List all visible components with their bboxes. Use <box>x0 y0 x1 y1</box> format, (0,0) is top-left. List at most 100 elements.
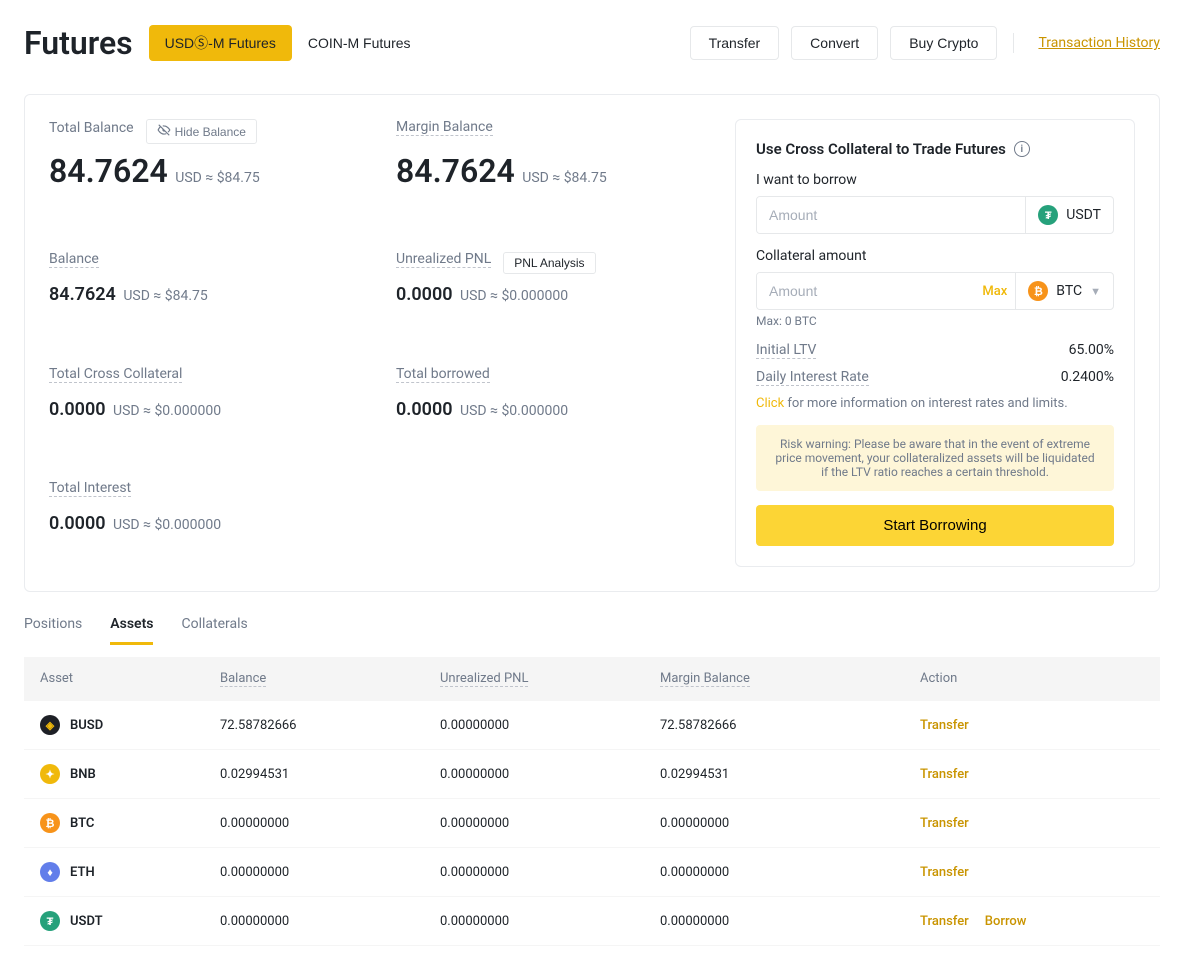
unrealized-pnl-unit: USD <box>460 288 487 304</box>
info-icon[interactable]: i <box>1014 141 1030 157</box>
stats-grid: Total Balance Hide Balance 84.7624 USD ≈… <box>49 119 703 567</box>
stat-total-borrowed: Total borrowed 0.0000 USD ≈ $0.000000 <box>396 366 703 453</box>
margin-cell: 72.58782666 <box>660 718 920 733</box>
margin-balance-label: Margin Balance <box>396 119 493 136</box>
usdt-icon: ₮ <box>1038 205 1058 225</box>
stat-total-cross-collateral: Total Cross Collateral 0.0000 USD ≈ $0.0… <box>49 366 356 453</box>
collateral-amount-label: Collateral amount <box>756 248 1114 264</box>
convert-button[interactable]: Convert <box>791 26 878 60</box>
margin-balance-unit: USD <box>522 170 549 186</box>
asset-name: USDT <box>70 914 103 929</box>
action-transfer[interactable]: Transfer <box>920 718 969 733</box>
asset-cell: ✦ BNB <box>40 764 220 784</box>
daily-rate-row: Daily Interest Rate 0.2400% <box>756 369 1114 386</box>
total-balance-unit: USD <box>175 170 202 186</box>
eye-off-icon <box>157 123 171 140</box>
borrow-amount-group: ₮ USDT <box>756 196 1114 234</box>
action-transfer[interactable]: Transfer <box>920 816 969 831</box>
collateral-currency-select[interactable]: ₿ BTC ▼ <box>1015 273 1113 309</box>
table-row: ✦ BNB 0.02994531 0.00000000 0.02994531 T… <box>24 750 1160 799</box>
tab-collaterals[interactable]: Collaterals <box>181 616 247 645</box>
click-link[interactable]: Click <box>756 396 784 411</box>
asset-cell: ◈ BUSD <box>40 715 220 735</box>
action-cell: Transfer <box>920 865 1144 880</box>
asset-tabs: Positions Assets Collaterals <box>24 616 1160 645</box>
transfer-button[interactable]: Transfer <box>690 26 780 60</box>
borrow-title-row: Use Cross Collateral to Trade Futures i <box>756 140 1114 158</box>
borrow-amount-input[interactable] <box>757 197 1025 233</box>
action-transfer[interactable]: Transfer <box>920 767 969 782</box>
want-to-borrow-label: I want to borrow <box>756 172 1114 188</box>
balance-unit: USD <box>123 288 150 304</box>
busd-icon: ◈ <box>40 715 60 735</box>
daily-rate-value: 0.2400% <box>1061 369 1114 386</box>
asset-cell: ♦ ETH <box>40 862 220 882</box>
action-cell: Transfer Borrow <box>920 914 1144 929</box>
total-borrowed-value: 0.0000 <box>396 399 453 420</box>
total-balance-approx: ≈ $84.75 <box>205 170 259 186</box>
table-header: Asset Balance Unrealized PNL Margin Bala… <box>24 657 1160 701</box>
borrow-currency-label: USDT <box>1066 207 1101 223</box>
hide-balance-label: Hide Balance <box>175 125 246 139</box>
action-borrow[interactable]: Borrow <box>985 914 1027 929</box>
action-cell: Transfer <box>920 718 1144 733</box>
balance-label: Balance <box>49 251 99 268</box>
header-left: Futures USDⓈ-M Futures COIN-M Futures <box>24 24 427 62</box>
balance-cell: 0.00000000 <box>220 816 440 831</box>
assets-table: Asset Balance Unrealized PNL Margin Bala… <box>24 657 1160 946</box>
risk-warning: Risk warning: Please be aware that in th… <box>756 425 1114 491</box>
balance-cell: 0.00000000 <box>220 865 440 880</box>
th-balance: Balance <box>220 671 266 687</box>
th-asset: Asset <box>40 671 220 687</box>
unrealized-pnl-value: 0.0000 <box>396 284 453 305</box>
daily-rate-label: Daily Interest Rate <box>756 369 869 386</box>
asset-name: BUSD <box>70 718 103 733</box>
hide-balance-button[interactable]: Hide Balance <box>146 119 257 144</box>
header: Futures USDⓈ-M Futures COIN-M Futures Tr… <box>0 0 1184 78</box>
header-right: Transfer Convert Buy Crypto Transaction … <box>690 26 1160 60</box>
margin-cell: 0.00000000 <box>660 865 920 880</box>
rates-info-text: Click for more information on interest r… <box>756 396 1114 411</box>
margin-balance-value: 84.7624 <box>396 152 515 190</box>
th-margin-balance: Margin Balance <box>660 671 750 687</box>
total-interest-approx: ≈ $0.000000 <box>143 517 221 533</box>
balance-cell: 0.00000000 <box>220 914 440 929</box>
divider <box>1013 33 1014 53</box>
total-interest-value: 0.0000 <box>49 513 106 534</box>
collateral-amount-input[interactable] <box>757 273 982 309</box>
action-transfer[interactable]: Transfer <box>920 865 969 880</box>
margin-balance-approx: ≈ $84.75 <box>552 170 606 186</box>
eth-icon: ♦ <box>40 862 60 882</box>
total-borrowed-unit: USD <box>460 403 487 419</box>
pnl-cell: 0.00000000 <box>440 767 660 782</box>
borrow-currency-suffix: ₮ USDT <box>1025 197 1113 233</box>
table-row: ♦ ETH 0.00000000 0.00000000 0.00000000 T… <box>24 848 1160 897</box>
bnb-icon: ✦ <box>40 764 60 784</box>
total-interest-label: Total Interest <box>49 480 131 497</box>
total-borrowed-label: Total borrowed <box>396 366 490 383</box>
tab-coinm-futures[interactable]: COIN-M Futures <box>292 25 427 61</box>
overview-card: Total Balance Hide Balance 84.7624 USD ≈… <box>24 94 1160 592</box>
action-cell: Transfer <box>920 816 1144 831</box>
tab-usdm-futures[interactable]: USDⓈ-M Futures <box>149 25 292 61</box>
pnl-cell: 0.00000000 <box>440 914 660 929</box>
pnl-cell: 0.00000000 <box>440 816 660 831</box>
balance-cell: 72.58782666 <box>220 718 440 733</box>
total-cross-label: Total Cross Collateral <box>49 366 182 383</box>
action-transfer[interactable]: Transfer <box>920 914 969 929</box>
th-action: Action <box>920 671 1144 687</box>
unrealized-pnl-approx: ≈ $0.000000 <box>490 288 568 304</box>
pnl-cell: 0.00000000 <box>440 718 660 733</box>
max-button[interactable]: Max <box>982 284 1007 299</box>
asset-name: BTC <box>70 816 94 831</box>
btc-icon: ₿ <box>1028 281 1048 301</box>
start-borrowing-button[interactable]: Start Borrowing <box>756 505 1114 546</box>
margin-cell: 0.02994531 <box>660 767 920 782</box>
tab-positions[interactable]: Positions <box>24 616 82 645</box>
pnl-analysis-button[interactable]: PNL Analysis <box>503 252 595 274</box>
buy-crypto-button[interactable]: Buy Crypto <box>890 26 997 60</box>
tab-assets[interactable]: Assets <box>110 616 153 645</box>
max-collateral-note: Max: 0 BTC <box>756 314 1114 328</box>
transaction-history-link[interactable]: Transaction History <box>1038 35 1160 51</box>
borrow-title: Use Cross Collateral to Trade Futures <box>756 140 1006 158</box>
